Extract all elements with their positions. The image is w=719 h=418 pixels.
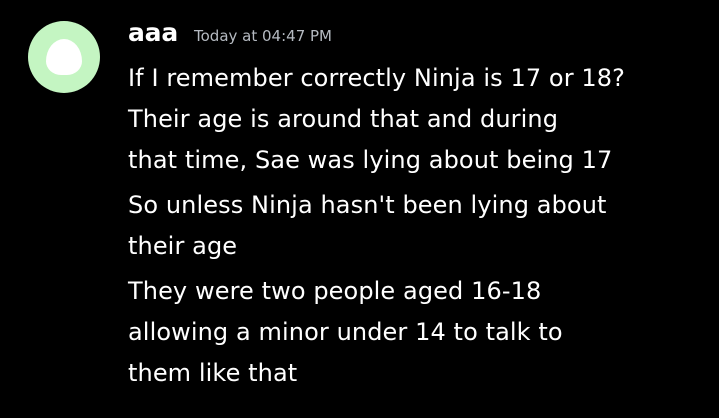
message-line: They were two people aged 16-18 allowing… xyxy=(128,277,563,387)
message-line: If I remember correctly Ninja is 17 or 1… xyxy=(128,64,625,174)
message-line: So unless Ninja hasn't been lying about … xyxy=(128,191,607,260)
timestamp: Today at 04:47 PM xyxy=(194,27,332,45)
avatar[interactable] xyxy=(28,21,100,93)
chat-message: aaa Today at 04:47 PM If I remember corr… xyxy=(0,0,719,418)
username[interactable]: aaa xyxy=(128,18,178,47)
message-content: If I remember correctly Ninja is 17 or 1… xyxy=(128,58,703,398)
avatar-user-icon xyxy=(46,39,82,75)
message-header: aaa Today at 04:47 PM xyxy=(128,18,332,54)
